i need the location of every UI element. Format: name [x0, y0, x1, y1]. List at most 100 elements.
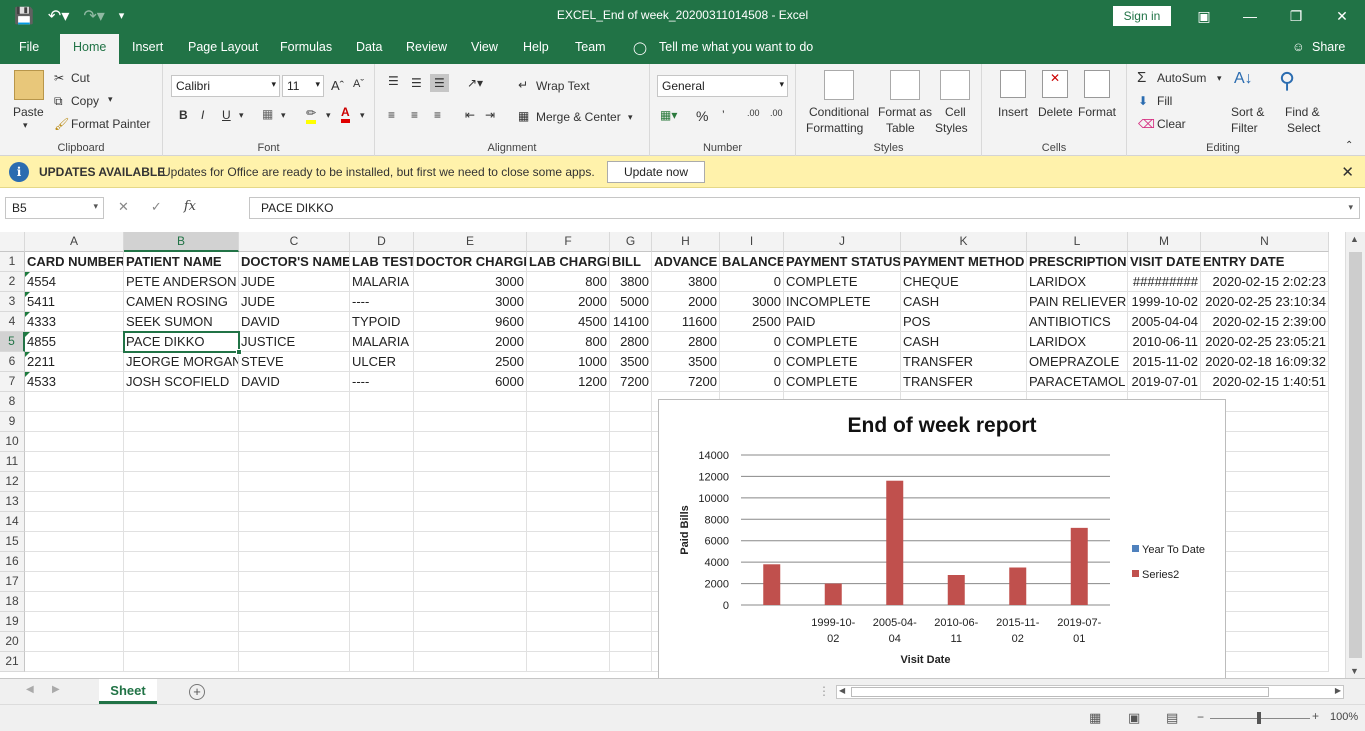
cell-h4[interactable]: 11600	[652, 312, 720, 332]
row-header-15[interactable]: 15	[0, 532, 25, 552]
cell-b20[interactable]	[124, 632, 239, 652]
merge-center-button[interactable]: Merge & Center	[536, 110, 621, 124]
cell-b1[interactable]: PATIENT NAME	[124, 252, 239, 272]
cell-c4[interactable]: DAVID	[239, 312, 350, 332]
column-header-h[interactable]: H	[652, 232, 720, 252]
cell-g10[interactable]	[610, 432, 652, 452]
cell-e19[interactable]	[414, 612, 527, 632]
cell-b18[interactable]	[124, 592, 239, 612]
cell-d13[interactable]	[350, 492, 414, 512]
cell-g15[interactable]	[610, 532, 652, 552]
cell-f18[interactable]	[527, 592, 610, 612]
cell-c21[interactable]	[239, 652, 350, 672]
cell-h3[interactable]: 2000	[652, 292, 720, 312]
cell-e13[interactable]	[414, 492, 527, 512]
cell-f9[interactable]	[527, 412, 610, 432]
cell-f17[interactable]	[527, 572, 610, 592]
cell-a2[interactable]: 4554	[25, 272, 124, 292]
cell-f10[interactable]	[527, 432, 610, 452]
tab-review[interactable]: Review	[406, 40, 447, 54]
conditional-formatting-button-line2[interactable]: Formatting	[806, 121, 863, 135]
tell-me-input[interactable]: Tell me what you want to do	[659, 40, 813, 54]
cell-m7[interactable]: 2019-07-01	[1128, 372, 1201, 392]
cell-c13[interactable]	[239, 492, 350, 512]
row-header-11[interactable]: 11	[0, 452, 25, 472]
cell-m3[interactable]: 1999-10-02	[1128, 292, 1201, 312]
cell-d1[interactable]: LAB TEST	[350, 252, 414, 272]
italic-icon[interactable]: I	[201, 108, 204, 122]
cell-d16[interactable]	[350, 552, 414, 572]
cell-a17[interactable]	[25, 572, 124, 592]
cell-e12[interactable]	[414, 472, 527, 492]
cell-n6[interactable]: 2020-02-18 16:09:32	[1201, 352, 1329, 372]
column-header-a[interactable]: A	[25, 232, 124, 252]
cell-a12[interactable]	[25, 472, 124, 492]
fill-color-dropdown-icon[interactable]: ▾	[326, 110, 331, 121]
cell-f7[interactable]: 1200	[527, 372, 610, 392]
cell-g8[interactable]	[610, 392, 652, 412]
insert-function-icon[interactable]: fx	[184, 199, 196, 215]
column-header-l[interactable]: L	[1027, 232, 1128, 252]
row-header-20[interactable]: 20	[0, 632, 25, 652]
fill-button[interactable]: Fill	[1157, 94, 1172, 108]
cell-c15[interactable]	[239, 532, 350, 552]
cell-g18[interactable]	[610, 592, 652, 612]
cell-d17[interactable]	[350, 572, 414, 592]
cell-c3[interactable]: JUDE	[239, 292, 350, 312]
cell-e9[interactable]	[414, 412, 527, 432]
cell-h2[interactable]: 3800	[652, 272, 720, 292]
formula-input[interactable]: PACE DIKKO ▾	[249, 197, 1360, 219]
align-right-icon[interactable]: ≡	[434, 108, 441, 122]
scroll-up-icon[interactable]: ▲	[1350, 234, 1359, 244]
column-header-c[interactable]: C	[239, 232, 350, 252]
cell-b11[interactable]	[124, 452, 239, 472]
cell-b7[interactable]: JOSH SCOFIELD	[124, 372, 239, 392]
cell-d20[interactable]	[350, 632, 414, 652]
cell-a9[interactable]	[25, 412, 124, 432]
add-sheet-icon[interactable]: +	[189, 684, 205, 700]
cell-i1[interactable]: BALANCE	[720, 252, 784, 272]
cell-d11[interactable]	[350, 452, 414, 472]
cell-styles-button[interactable]: Cell	[945, 105, 966, 119]
cell-a11[interactable]	[25, 452, 124, 472]
cell-b19[interactable]	[124, 612, 239, 632]
cell-g6[interactable]: 3500	[610, 352, 652, 372]
cell-e4[interactable]: 9600	[414, 312, 527, 332]
cell-c9[interactable]	[239, 412, 350, 432]
cell-a20[interactable]	[25, 632, 124, 652]
align-center-icon[interactable]: ≡	[411, 108, 418, 122]
autosum-dropdown-icon[interactable]: ▾	[1217, 73, 1222, 84]
zoom-out-icon[interactable]: −	[1197, 710, 1204, 724]
cell-f15[interactable]	[527, 532, 610, 552]
cell-g7[interactable]: 7200	[610, 372, 652, 392]
close-icon[interactable]: ✕	[1341, 163, 1354, 181]
zoom-level[interactable]: 100%	[1330, 711, 1358, 723]
cell-g1[interactable]: BILL	[610, 252, 652, 272]
clear-button[interactable]: Clear	[1157, 117, 1186, 131]
cell-m6[interactable]: 2015-11-02	[1128, 352, 1201, 372]
cell-l2[interactable]: LARIDOX	[1027, 272, 1128, 292]
cell-b4[interactable]: SEEK SUMON	[124, 312, 239, 332]
sort-filter-button-line2[interactable]: Filter	[1231, 121, 1258, 135]
cell-j7[interactable]: COMPLETE	[784, 372, 901, 392]
cell-b8[interactable]	[124, 392, 239, 412]
next-sheet-icon[interactable]: ▶	[52, 684, 60, 695]
column-header-d[interactable]: D	[350, 232, 414, 252]
cell-f21[interactable]	[527, 652, 610, 672]
cell-l7[interactable]: PARACETAMOL	[1027, 372, 1128, 392]
borders-dropdown-icon[interactable]: ▾	[281, 110, 286, 121]
cell-a5[interactable]: 4855	[25, 332, 124, 352]
row-header-14[interactable]: 14	[0, 512, 25, 532]
cell-d18[interactable]	[350, 592, 414, 612]
cell-d21[interactable]	[350, 652, 414, 672]
cell-k7[interactable]: TRANSFER	[901, 372, 1027, 392]
middle-align-icon[interactable]: ☰	[411, 76, 422, 90]
cell-g17[interactable]	[610, 572, 652, 592]
cell-b2[interactable]: PETE ANDERSON	[124, 272, 239, 292]
minimize-icon[interactable]: —	[1227, 0, 1273, 32]
cell-m2[interactable]: #########	[1128, 272, 1201, 292]
underline-icon[interactable]: U	[222, 108, 231, 122]
bottom-align-icon[interactable]: ☰	[430, 74, 449, 92]
cell-f6[interactable]: 1000	[527, 352, 610, 372]
cell-b9[interactable]	[124, 412, 239, 432]
